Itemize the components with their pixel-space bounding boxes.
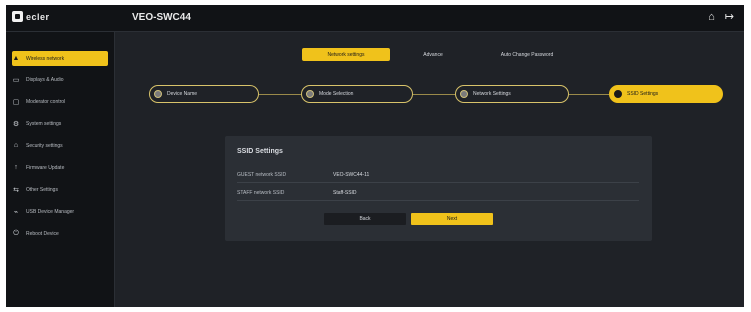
guest-ssid-field[interactable]: VEO-SWC44-11 — [333, 172, 369, 178]
step-label: Mode Selection — [319, 91, 354, 97]
staff-ssid-label: STAFF network SSID — [237, 190, 285, 196]
step-device-name[interactable]: Device Name — [149, 85, 259, 103]
gear-icon: ⚙ — [12, 120, 20, 128]
panel-title: SSID Settings — [237, 148, 283, 155]
step-connector — [569, 94, 609, 95]
step-indicator-icon — [460, 90, 468, 98]
step-connector — [413, 94, 455, 95]
settings-icon: ⇆ — [13, 186, 19, 194]
sidebar-item-other-settings[interactable]: ⇆ Other Settings — [12, 182, 108, 197]
sidebar-item-label: Firmware Update — [26, 164, 65, 171]
logout-icon[interactable]: ↦ — [725, 12, 734, 23]
update-icon: ↑ — [14, 164, 18, 171]
tab-network-settings[interactable]: Network settings — [302, 48, 390, 61]
staff-ssid-row: STAFF network SSID Staff-SSID — [237, 186, 639, 201]
warning-icon: ▲ — [12, 55, 20, 62]
sidebar-item-label: Security settings — [26, 142, 63, 149]
step-label: Network Settings — [473, 91, 511, 97]
sidebar: ▲ Wireless network ▭ Displays & Audio ▢ … — [6, 32, 115, 307]
brand-logo: ecler — [12, 11, 50, 22]
ssid-settings-panel: SSID Settings GUEST network SSID VEO-SWC… — [225, 136, 652, 241]
sidebar-item-security-settings[interactable]: ⌂ Security settings — [12, 138, 108, 153]
step-label: SSID Settings — [627, 91, 659, 97]
back-button[interactable]: Back — [324, 213, 406, 225]
sidebar-item-firmware-update[interactable]: ↑ Firmware Update — [12, 160, 108, 175]
tab-auto-change-password[interactable]: Auto Change Password — [477, 48, 577, 61]
top-icons: ⌂ ↦ — [708, 12, 734, 23]
main-content: Network settings Advance Auto Change Pas… — [115, 32, 744, 307]
tab-label: Advance — [423, 51, 443, 58]
sidebar-item-system-settings[interactable]: ⚙ System settings — [12, 116, 108, 131]
display-icon: ▭ — [12, 76, 20, 84]
step-connector — [259, 94, 301, 95]
app-window: ecler VEO-SWC44 ⌂ ↦ ▲ Wireless network ▭… — [6, 5, 744, 307]
sidebar-item-label: Wireless network — [26, 55, 65, 62]
sidebar-item-usb-device-manager[interactable]: ⌁ USB Device Manager — [12, 204, 108, 219]
step-mode-selection[interactable]: Mode Selection — [301, 85, 413, 103]
sidebar-item-wireless-network[interactable]: ▲ Wireless network — [12, 51, 108, 66]
sidebar-item-reboot-device[interactable]: ⏻ Reboot Device — [12, 226, 108, 241]
staff-ssid-field[interactable]: Staff-SSID — [333, 190, 357, 196]
setup-steps: Device Name Mode Selection Network Setti… — [115, 84, 744, 106]
sidebar-item-label: Other Settings — [26, 186, 58, 193]
step-label: Device Name — [167, 91, 198, 97]
usb-icon: ⌁ — [13, 208, 19, 216]
sidebar-item-label: USB Device Manager — [26, 208, 75, 215]
sidebar-item-displays-audio[interactable]: ▭ Displays & Audio — [12, 72, 108, 87]
step-ssid-settings[interactable]: SSID Settings — [609, 85, 723, 103]
guest-ssid-row: GUEST network SSID VEO-SWC44-11 — [237, 168, 639, 183]
device-title: VEO-SWC44 — [132, 12, 191, 23]
sidebar-item-label: System settings — [26, 120, 62, 127]
moderator-icon: ▢ — [12, 98, 20, 106]
home-icon[interactable]: ⌂ — [708, 12, 715, 23]
guest-ssid-label: GUEST network SSID — [237, 172, 287, 178]
power-icon: ⏻ — [13, 229, 19, 237]
step-indicator-icon — [154, 90, 162, 98]
tab-label: Auto Change Password — [500, 51, 554, 58]
tab-advance[interactable]: Advance — [406, 48, 460, 61]
lock-icon: ⌂ — [13, 142, 19, 149]
step-indicator-icon — [614, 90, 622, 98]
sidebar-item-moderator-control[interactable]: ▢ Moderator control — [12, 94, 108, 109]
sidebar-item-label: Moderator control — [26, 98, 66, 105]
logo-text: ecler — [26, 11, 50, 22]
step-network-settings[interactable]: Network Settings — [455, 85, 569, 103]
step-indicator-icon — [306, 90, 314, 98]
tab-label: Network settings — [327, 51, 365, 58]
sidebar-item-label: Displays & Audio — [26, 76, 64, 83]
sidebar-item-label: Reboot Device — [26, 230, 59, 237]
next-button[interactable]: Next — [411, 213, 493, 225]
top-bar: ecler VEO-SWC44 ⌂ ↦ — [6, 5, 744, 32]
logo-icon — [12, 11, 23, 22]
